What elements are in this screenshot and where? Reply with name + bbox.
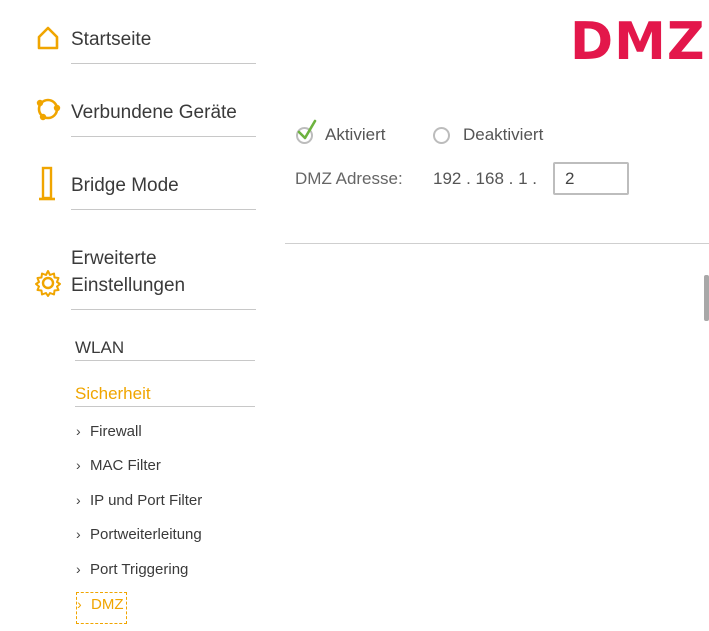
- divider: [71, 136, 256, 137]
- sidebar-link-port-triggering[interactable]: › Port Triggering: [76, 558, 188, 580]
- sidebar-item-bridge-mode[interactable]: Bridge Mode: [0, 166, 260, 210]
- sidebar-item-label: Erweiterte Einstellungen: [71, 248, 186, 296]
- sidebar-item-label: Verbundene Geräte: [71, 102, 237, 123]
- devices-icon: [34, 96, 62, 124]
- dmz-address-label: DMZ Adresse:: [295, 169, 403, 188]
- check-icon: [296, 118, 318, 142]
- sidebar-item-devices[interactable]: Verbundene Geräte: [0, 96, 260, 138]
- sidebar-link-mac-filter[interactable]: › MAC Filter: [76, 454, 161, 476]
- chevron-right-icon: ›: [77, 596, 82, 612]
- radio-circle: [433, 127, 450, 144]
- radio-label: Aktiviert: [325, 125, 386, 144]
- link-label: DMZ: [91, 596, 124, 613]
- link-label: Port Triggering: [90, 561, 189, 578]
- divider: [71, 309, 256, 310]
- divider: [71, 63, 256, 64]
- sidebar: Startseite Verbundene Geräte Bridge Mode: [0, 0, 260, 631]
- home-icon: [34, 24, 62, 52]
- sidebar-item-advanced-settings[interactable]: Erweiterte Einstellungen: [0, 244, 260, 312]
- radio-label: Deaktiviert: [463, 125, 544, 144]
- chevron-right-icon: ›: [76, 561, 81, 577]
- gear-icon: [34, 269, 62, 297]
- page-title: DMZ: [570, 12, 706, 72]
- sidebar-link-port-forwarding[interactable]: › Portweiterleitung: [76, 523, 202, 545]
- chevron-right-icon: ›: [76, 492, 81, 508]
- chevron-right-icon: ›: [76, 457, 81, 473]
- sidebar-section-security[interactable]: Sicherheit: [75, 383, 151, 405]
- sidebar-item-label: Startseite: [71, 29, 152, 50]
- link-label: MAC Filter: [90, 457, 161, 474]
- divider: [75, 360, 255, 361]
- sidebar-section-wlan[interactable]: WLAN: [75, 337, 124, 359]
- link-label: IP und Port Filter: [90, 492, 203, 509]
- sidebar-item-startseite[interactable]: Startseite: [0, 24, 260, 66]
- divider: [75, 406, 255, 407]
- ip-prefix: 192 . 168 . 1 .: [433, 169, 537, 188]
- divider: [71, 209, 256, 210]
- scrollbar[interactable]: [704, 275, 709, 321]
- chevron-right-icon: ›: [76, 526, 81, 542]
- chevron-right-icon: ›: [76, 423, 81, 439]
- sidebar-item-label: Bridge Mode: [71, 175, 179, 196]
- link-label: Portweiterleitung: [90, 526, 202, 543]
- sidebar-link-ip-port-filter[interactable]: › IP und Port Filter: [76, 489, 202, 511]
- divider: [285, 243, 709, 244]
- ip-last-octet-input[interactable]: [553, 162, 629, 195]
- bridge-icon: [34, 166, 62, 202]
- link-label: Firewall: [90, 423, 142, 440]
- sidebar-link-firewall[interactable]: › Firewall: [76, 420, 142, 442]
- sidebar-link-dmz[interactable]: › DMZ: [76, 592, 127, 624]
